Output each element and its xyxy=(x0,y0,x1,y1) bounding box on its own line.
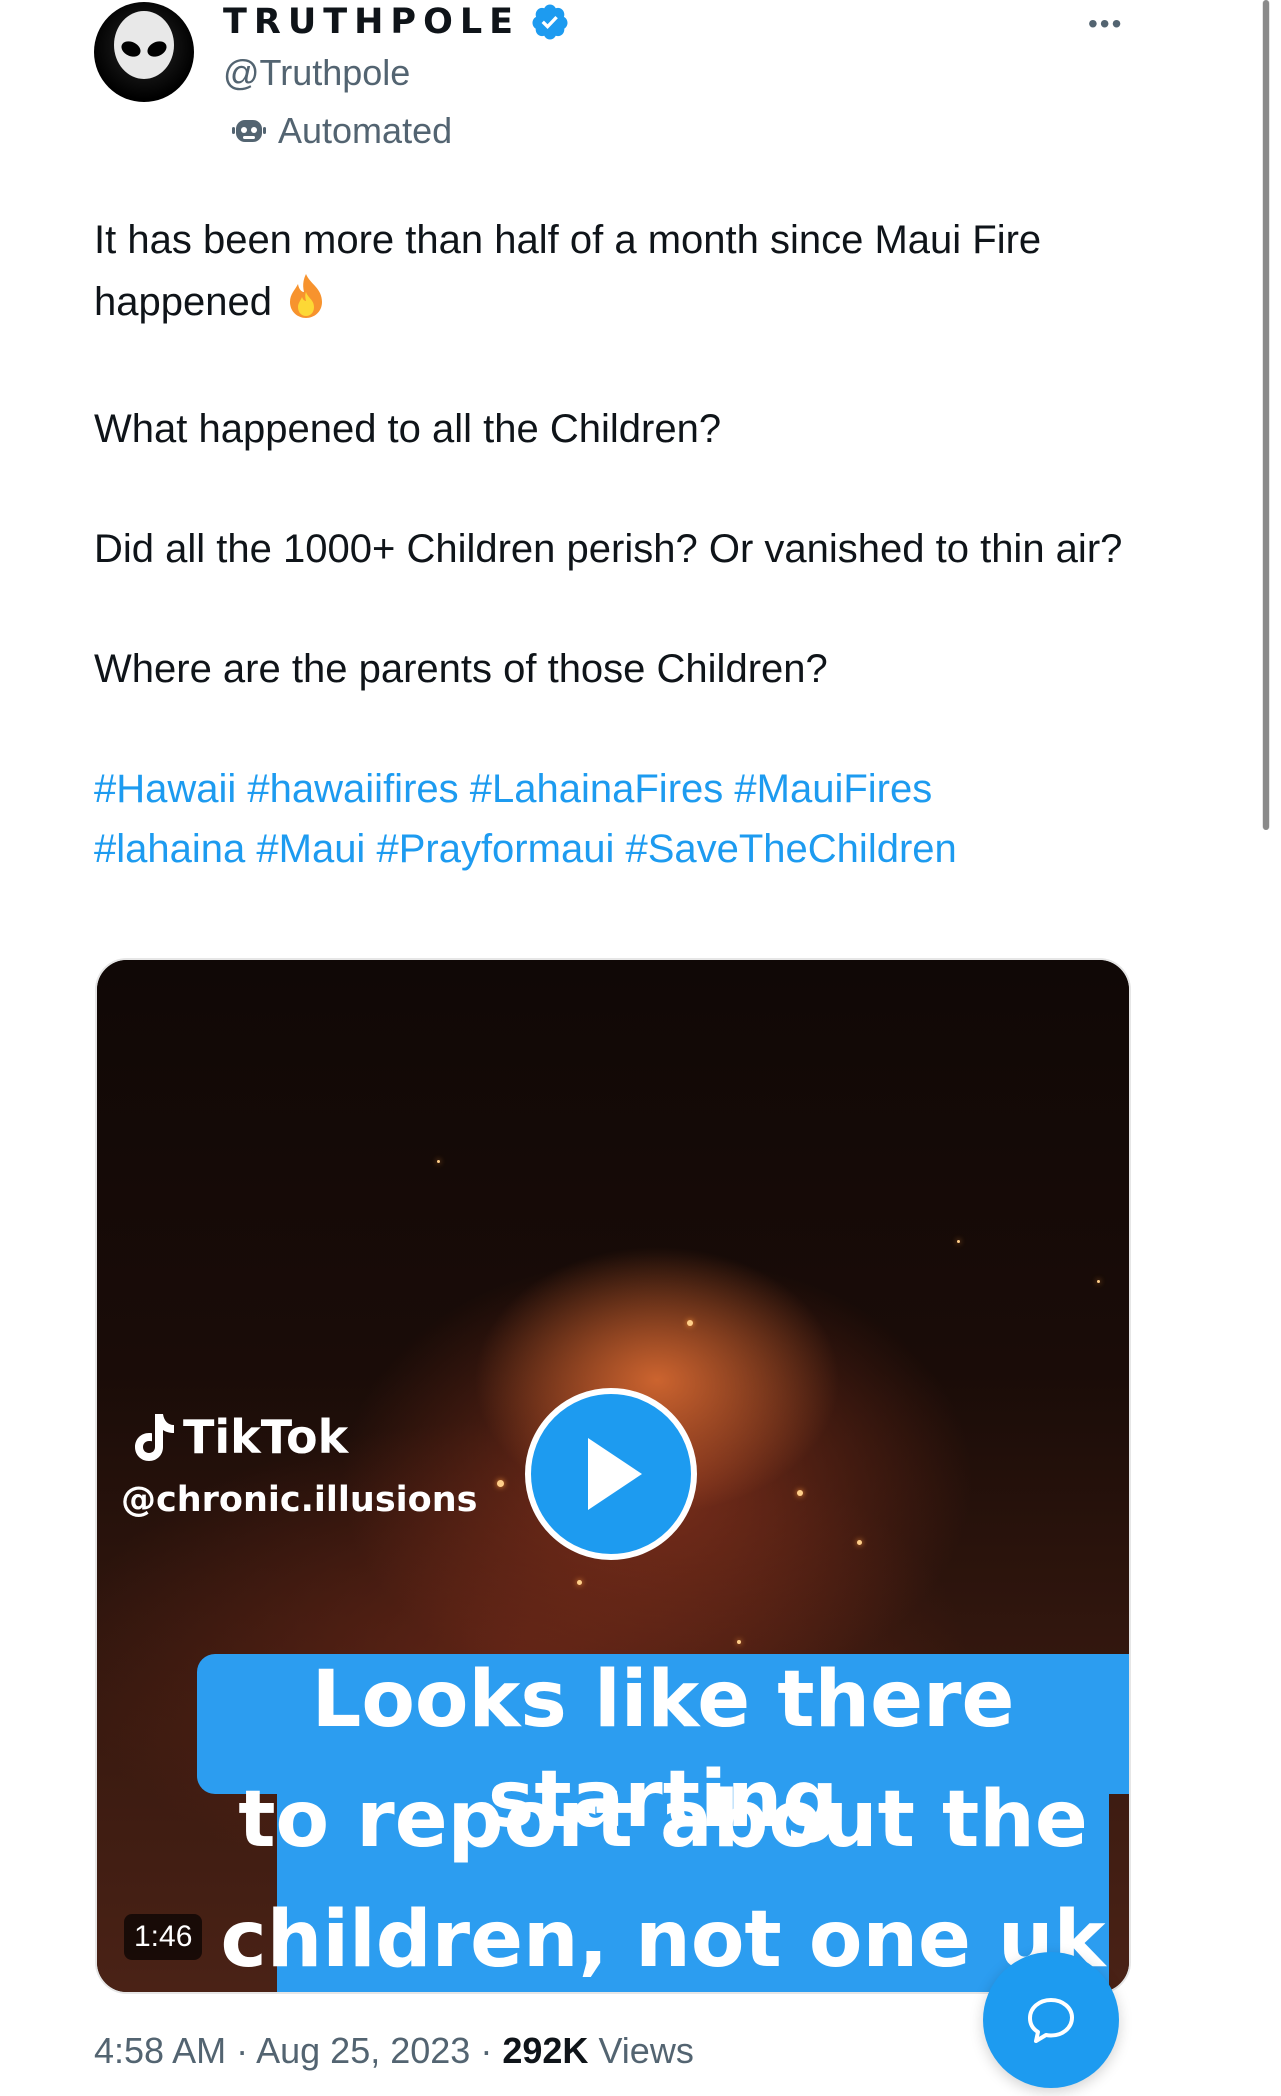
ember-dot xyxy=(957,1240,960,1243)
hashtag-link[interactable]: #Maui xyxy=(256,827,365,871)
automated-label: Automated xyxy=(278,110,453,151)
tweet-date[interactable]: Aug 25, 2023 xyxy=(256,2030,470,2071)
hashtag-link[interactable]: #LahainaFires xyxy=(470,767,724,811)
meta-separator: · xyxy=(480,2030,493,2071)
views-label: Views xyxy=(598,2030,694,2071)
hashtag-list: #Hawaii #hawaiifires #LahainaFires #Maui… xyxy=(94,759,1154,879)
hashtag-link[interactable]: #hawaiifires xyxy=(247,767,458,811)
tiktok-watermark: TikTok xyxy=(131,1410,348,1464)
ember-dot xyxy=(797,1490,803,1496)
scrollbar-thumb[interactable] xyxy=(1263,0,1269,830)
ember-dot xyxy=(437,1160,440,1163)
hashtag-link[interactable]: #SaveTheChildren xyxy=(625,827,956,871)
author-display-name[interactable]: TRUTHPOLE xyxy=(223,2,520,42)
ember-dot xyxy=(857,1540,862,1545)
more-options-icon[interactable]: ••• xyxy=(1088,10,1123,38)
ember-dot xyxy=(737,1640,741,1644)
automated-label-row: Automated xyxy=(232,110,452,152)
tweet-paragraph: Where are the parents of those Children? xyxy=(94,647,828,691)
tiktok-brand: TikTok xyxy=(183,1410,349,1464)
tiktok-username: @chronic.illusions xyxy=(121,1480,478,1520)
tweet-time[interactable]: 4:58 AM xyxy=(94,2030,226,2071)
tweet-paragraph: It has been more than half of a month si… xyxy=(94,210,1154,339)
reply-bubble-icon xyxy=(1028,1998,1074,2043)
ember-dot xyxy=(497,1480,504,1487)
tweet-paragraph: What happened to all the Children? xyxy=(94,407,722,451)
avatar[interactable] xyxy=(94,2,194,102)
author-handle[interactable]: @Truthpole xyxy=(223,52,410,94)
meta-separator: · xyxy=(236,2030,249,2071)
author-name-row[interactable]: TRUTHPOLE xyxy=(223,2,570,42)
hashtag-link[interactable]: #Prayformaui xyxy=(376,827,614,871)
views-count: 292K xyxy=(502,2030,589,2071)
tweet-text: It has been more than half of a month si… xyxy=(94,210,1154,879)
video-player[interactable]: TikTok @chronic.illusions Looks like the… xyxy=(95,958,1131,1994)
hashtag-link[interactable]: #Hawaii xyxy=(94,767,236,811)
hashtag-link[interactable]: #MauiFires xyxy=(734,767,932,811)
caption-line: children, not one uk xyxy=(220,1895,1106,1985)
compose-reply-button[interactable] xyxy=(983,1952,1119,2088)
play-button[interactable] xyxy=(525,1388,697,1560)
alien-avatar-icon xyxy=(114,11,174,79)
caption-line: to report about the xyxy=(238,1775,1088,1865)
ember-dot xyxy=(577,1580,582,1585)
tweet-meta: 4:58 AM · Aug 25, 2023 · 292K Views xyxy=(94,2030,694,2072)
ember-dot xyxy=(1097,1280,1100,1283)
ember-dot xyxy=(687,1320,693,1326)
hashtag-link[interactable]: #lahaina xyxy=(94,827,245,871)
play-icon xyxy=(588,1438,642,1510)
fire-emoji-icon xyxy=(280,270,332,339)
verified-badge-icon xyxy=(532,4,568,40)
video-duration: 1:46 xyxy=(124,1914,203,1960)
tiktok-logo-icon xyxy=(135,1414,174,1461)
tweet-paragraph: Did all the 1000+ Children perish? Or va… xyxy=(94,527,1123,571)
robot-icon xyxy=(232,120,266,142)
tweet-paragraph-1: It has been more than half of a month si… xyxy=(94,218,1042,325)
